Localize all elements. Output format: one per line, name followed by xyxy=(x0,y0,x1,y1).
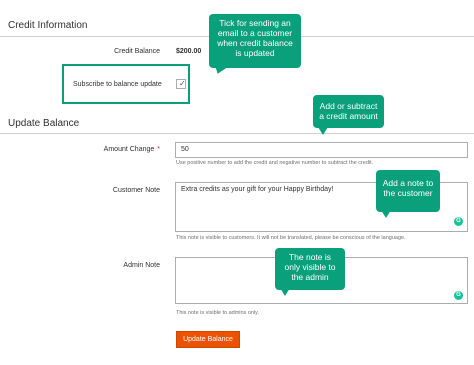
section-divider xyxy=(0,133,474,134)
subscribe-label: Subscribe to balance update xyxy=(73,81,162,88)
customer-note-note: This note is visible to customers. It wi… xyxy=(176,235,406,241)
amount-change-input[interactable]: 50 xyxy=(175,142,468,158)
grammarly-letter: G xyxy=(456,218,461,224)
amount-callout-tail xyxy=(318,127,328,135)
credit-balance-label: Credit Balance xyxy=(114,48,160,55)
amount-change-value: 50 xyxy=(181,146,189,153)
callout-line: is updated xyxy=(235,48,275,58)
callout-line: The note is xyxy=(288,252,332,262)
required-mark: * xyxy=(157,146,160,153)
callout-line: email to a customer xyxy=(217,28,293,38)
subscribe-callout: Tick for sending an email to a customer … xyxy=(209,14,301,68)
customer-note-callout-tail xyxy=(381,210,391,218)
callout-line: when credit balance xyxy=(217,38,293,48)
callout-line: Add a note to xyxy=(382,178,434,188)
amount-change-label: Amount Change * xyxy=(0,146,160,153)
admin-note-label: Admin Note xyxy=(123,262,160,269)
subscribe-checkbox[interactable]: ✓ xyxy=(176,79,186,89)
callout-line: the customer xyxy=(383,188,433,198)
credit-balance-value: $200.00 xyxy=(176,48,202,55)
amount-change-note: Use positive number to add the credit an… xyxy=(176,160,374,166)
subscribe-highlight-box: Subscribe to balance update ✓ xyxy=(62,64,190,104)
callout-line: only visible to xyxy=(284,262,336,272)
grammarly-icon[interactable]: G xyxy=(454,291,463,300)
update-balance-title: Update Balance xyxy=(8,118,80,129)
check-icon: ✓ xyxy=(179,79,186,88)
update-balance-button[interactable]: Update Balance xyxy=(176,331,240,348)
admin-note-note: This note is visible to admins only. xyxy=(176,310,260,316)
admin-note-callout-tail xyxy=(280,288,290,296)
customer-note-label: Customer Note xyxy=(112,187,160,194)
amount-change-label-text: Amount Change xyxy=(103,146,155,153)
customer-note-callout: Add a note to the customer xyxy=(376,170,440,212)
grammarly-icon[interactable]: G xyxy=(454,217,463,226)
callout-line: a credit amount xyxy=(319,111,378,121)
grammarly-letter: G xyxy=(456,292,461,298)
callout-line: the admin xyxy=(291,272,329,282)
amount-callout: Add or subtract a credit amount xyxy=(313,95,384,128)
callout-line: Tick for sending an xyxy=(219,18,291,28)
admin-note-callout: The note is only visible to the admin xyxy=(275,248,345,290)
callout-line: Add or subtract xyxy=(319,101,378,111)
credit-information-title: Credit Information xyxy=(8,20,88,31)
customer-note-value: Extra credits as your gift for your Happ… xyxy=(181,186,334,193)
